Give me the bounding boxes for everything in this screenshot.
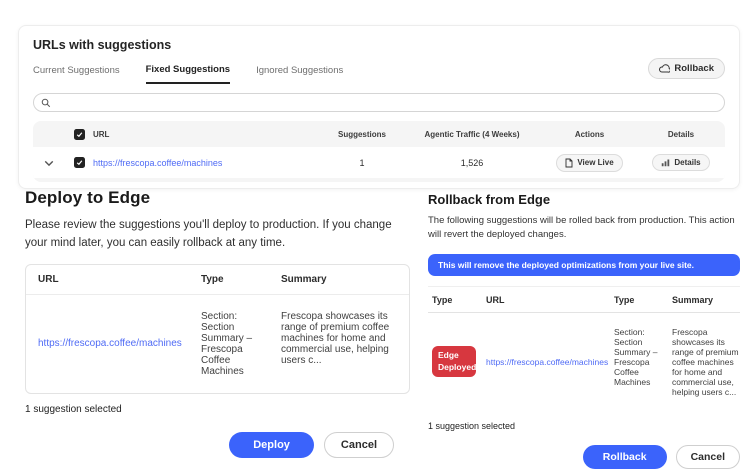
rollback-from-edge-dialog: Rollback from Edge The following suggest… [428,192,740,469]
deploy-cancel-button[interactable]: Cancel [324,432,394,458]
deploy-row-type: Section: Section Summary – Frescopa Coff… [201,311,273,377]
deploy-table-row: https://frescopa.coffee/machines Section… [26,295,409,393]
tab-current-suggestions[interactable]: Current Suggestions [33,65,120,83]
deploy-col-url: URL [38,274,193,285]
chevron-down-icon [44,159,54,167]
rollback-row-url-link[interactable]: https://frescopa.coffee/machines [486,357,608,367]
rollback-confirm-button[interactable]: Rollback [583,445,667,469]
rollback-col-badge-type: Type [432,295,480,305]
view-live-button[interactable]: View Live [556,154,622,172]
row-traffic-value: 1,526 [402,158,542,168]
deploy-row-url-link[interactable]: https://frescopa.coffee/machines [38,338,182,349]
rollback-table-header: Type URL Type Summary [428,287,740,313]
search-input[interactable] [56,98,717,108]
deploy-to-edge-dialog: Deploy to Edge Please review the suggest… [25,188,410,458]
search-bar[interactable] [33,93,725,112]
deploy-row-summary: Frescopa showcases its range of premium … [281,311,397,377]
document-preview-icon [565,158,573,168]
table-row: https://frescopa.coffee/machines 1 1,526… [33,147,725,178]
deploy-dialog-title: Deploy to Edge [25,188,410,208]
col-header-traffic: Agentic Traffic (4 Weeks) [402,130,542,139]
bar-chart-icon [661,158,670,167]
rollback-table: Type URL Type Summary Edge Deployed http… [428,286,740,409]
rollback-cancel-button[interactable]: Cancel [676,445,740,469]
col-header-actions: Actions [542,130,637,139]
deploy-button[interactable]: Deploy [229,432,314,458]
row-url-link[interactable]: https://frescopa.coffee/machines [93,158,222,168]
rollback-row-summary: Frescopa showcases its range of premium … [672,327,740,397]
tab-ignored-suggestions[interactable]: Ignored Suggestions [256,65,343,83]
urls-table: URL Suggestions Agentic Traffic (4 Weeks… [33,121,725,182]
row-suggestions-count: 1 [322,158,402,168]
col-header-suggestions: Suggestions [322,130,402,139]
rollback-dialog-title: Rollback from Edge [428,192,740,207]
deploy-col-summary: Summary [281,274,397,285]
rollback-col-summary: Summary [672,295,740,305]
deploy-dialog-description: Please review the suggestions you'll dep… [25,217,410,253]
deploy-table-header: URL Type Summary [26,265,409,295]
rollback-col-url: URL [486,295,608,305]
edge-deployed-badge: Edge Deployed [432,346,476,377]
rollback-col-type: Type [614,295,666,305]
view-live-label: View Live [577,158,613,167]
rollback-row-type: Section: Section Summary – Frescopa Coff… [614,327,666,397]
cloud-icon [659,64,670,73]
panel-title: URLs with suggestions [33,38,725,52]
deploy-selection-count: 1 suggestion selected [25,404,410,415]
rollback-button[interactable]: Rollback [648,58,725,79]
details-label: Details [674,158,700,167]
row-checkbox[interactable] [74,157,85,168]
search-icon [41,98,51,108]
tab-fixed-suggestions[interactable]: Fixed Suggestions [146,64,230,84]
suggestions-tabs: Current Suggestions Fixed Suggestions Ig… [33,64,725,84]
deploy-col-type: Type [201,274,273,285]
col-header-url: URL [93,130,322,139]
rollback-selection-count: 1 suggestion selected [428,421,740,431]
rollback-warning-banner: This will remove the deployed optimizati… [428,254,740,276]
expand-row-button[interactable] [33,159,65,167]
col-header-details: Details [637,130,725,139]
select-all-checkbox[interactable] [74,129,85,140]
urls-table-header: URL Suggestions Agentic Traffic (4 Weeks… [33,121,725,147]
rollback-dialog-description: The following suggestions will be rolled… [428,214,740,243]
details-button[interactable]: Details [652,154,709,171]
urls-with-suggestions-panel: URLs with suggestions Current Suggestion… [18,25,740,189]
rollback-table-row: Edge Deployed https://frescopa.coffee/ma… [428,313,740,409]
rollback-button-label: Rollback [674,63,714,74]
deploy-table: URL Type Summary https://frescopa.coffee… [25,264,410,394]
